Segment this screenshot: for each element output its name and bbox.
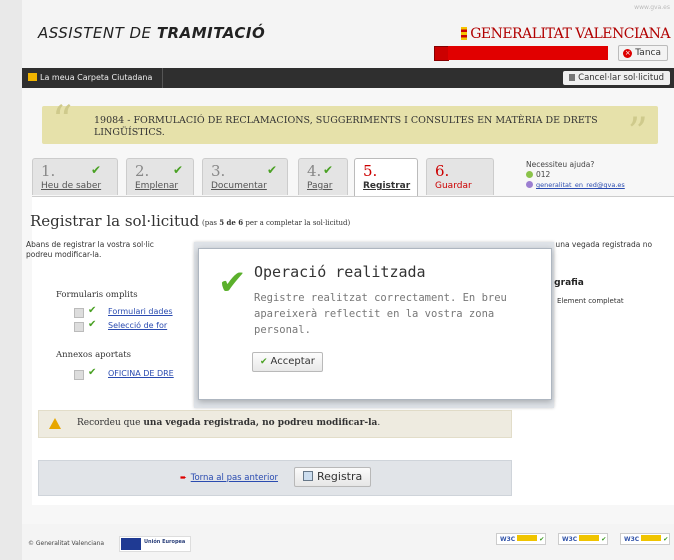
form-link[interactable]: Selecció de for xyxy=(108,321,167,330)
step-number: 5. xyxy=(363,162,378,180)
close-quote-icon: ” xyxy=(627,110,648,156)
check-icon: ✔ xyxy=(173,163,184,177)
w3c-badge[interactable]: W3C ✔ xyxy=(558,533,608,545)
check-icon: ✔ xyxy=(88,367,97,378)
open-quote-icon: “ xyxy=(52,98,73,144)
carpeta-ciutadana-link[interactable]: La meua Carpeta Ciutadana xyxy=(28,68,152,88)
warning-icon xyxy=(49,418,61,429)
step-pagar[interactable]: 4. ✔ Pagar xyxy=(298,158,348,195)
form-link[interactable]: Formulari dades xyxy=(108,307,173,316)
home-icon xyxy=(28,73,37,81)
procedure-banner: “ 19084 - FORMULACIÓ DE RECLAMACIONS, SU… xyxy=(42,98,658,156)
warning-box: Recordeu que una vegada registrada, no p… xyxy=(38,410,512,438)
help-title: Necessiteu ajuda? xyxy=(526,160,595,169)
step-guardar: 6. Guardar xyxy=(426,158,494,195)
legend-item: Element completat xyxy=(557,297,624,305)
step-documentar[interactable]: 3. ✔ Documentar xyxy=(202,158,288,195)
step-progress: (pas 5 de 6 per a completar la sol·licit… xyxy=(202,218,351,227)
step-number: 2. xyxy=(135,162,150,180)
eu-logo: Unión Europea xyxy=(119,536,191,552)
close-session-button[interactable]: × Tanca xyxy=(618,45,668,61)
register-button[interactable]: Registra xyxy=(294,467,372,487)
form-icon xyxy=(74,322,84,332)
warning-text: Recordeu que una vegada registrada, no p… xyxy=(77,418,381,428)
w3c-badge[interactable]: W3C ✔ xyxy=(496,533,546,545)
annex-icon xyxy=(74,370,84,380)
eu-flag-icon xyxy=(121,538,141,550)
eu-label: Unión Europea xyxy=(144,539,186,545)
step-heu-de-saber[interactable]: 1. ✔ Heu de saber xyxy=(32,158,118,195)
forms-heading: Formularis omplits xyxy=(56,290,138,300)
step-registrar[interactable]: 5. Registrar xyxy=(354,158,418,196)
accept-button[interactable]: ✔ Acceptar xyxy=(252,352,323,372)
step-label[interactable]: Pagar xyxy=(307,181,332,191)
step-label[interactable]: Heu de saber xyxy=(41,181,101,191)
user-icon xyxy=(434,46,449,61)
step-label[interactable]: Documentar xyxy=(211,181,267,191)
dialog-title: Operació realitzada xyxy=(254,263,426,281)
success-check-icon: ✔ xyxy=(218,263,247,303)
close-icon: × xyxy=(623,49,633,58)
help-email-link[interactable]: generalitat_en_red@gva.es xyxy=(536,181,625,189)
back-arrow-icon: ➨ xyxy=(180,473,187,482)
app-title: ASSISTENT DE TRAMITACIÓ xyxy=(38,24,266,42)
check-icon: ✔ xyxy=(88,319,97,330)
page-title: Registrar la sol·licitud xyxy=(30,212,200,230)
check-icon: ✔ xyxy=(260,357,268,367)
generalitat-logo[interactable]: GENERALITAT VALENCIANA xyxy=(461,26,670,42)
cancel-request-button[interactable]: Cancel·lar sol·licitud xyxy=(563,71,670,85)
copyright: © Generalitat Valenciana xyxy=(28,540,105,547)
dialog-message: Registre realitzat correctament. En breu… xyxy=(254,292,507,336)
check-icon: ✔ xyxy=(267,163,278,177)
nav-bar: La meua Carpeta Ciutadana Cancel·lar sol… xyxy=(22,68,674,88)
form-icon xyxy=(74,308,84,318)
save-icon xyxy=(303,471,313,481)
check-icon: ✔ xyxy=(91,163,102,177)
flag-icon xyxy=(461,27,468,40)
gva-url[interactable]: www.gva.es xyxy=(634,4,670,11)
trash-icon xyxy=(569,74,576,81)
nav-divider xyxy=(162,68,163,88)
check-icon: ✔ xyxy=(323,163,334,177)
phone-icon xyxy=(526,171,533,178)
user-name-bar xyxy=(448,46,608,60)
step-emplenar[interactable]: 2. ✔ Emplenar xyxy=(126,158,194,195)
annex-heading: Annexos aportats xyxy=(56,350,132,360)
step-number: 3. xyxy=(211,162,226,180)
check-icon: ✔ xyxy=(88,305,97,316)
step-label[interactable]: Registrar xyxy=(363,181,410,191)
footer: © Generalitat Valenciana Unión Europea W… xyxy=(22,524,674,560)
step-number: 1. xyxy=(41,162,56,180)
step-label[interactable]: Emplenar xyxy=(135,181,178,191)
help-phone: 012 xyxy=(536,170,551,179)
step-number: 6. xyxy=(435,162,450,180)
back-link[interactable]: ➨ Torna al pas anterior xyxy=(180,473,278,483)
step-number: 4. xyxy=(307,162,322,180)
page: ASSISTENT DE TRAMITACIÓ www.gva.es GENER… xyxy=(22,0,674,560)
header: ASSISTENT DE TRAMITACIÓ www.gva.es GENER… xyxy=(22,0,674,68)
mail-icon xyxy=(526,181,533,188)
procedure-title: 19084 - FORMULACIÓ DE RECLAMACIONS, SUGG… xyxy=(94,115,598,138)
step-label: Guardar xyxy=(435,181,472,191)
w3c-badge[interactable]: W3C ✔ xyxy=(620,533,670,545)
help-panel: Necessiteu ajuda? 012 generalitat_en_red… xyxy=(526,160,625,190)
annex-link[interactable]: OFICINA DE DRE xyxy=(108,369,174,378)
